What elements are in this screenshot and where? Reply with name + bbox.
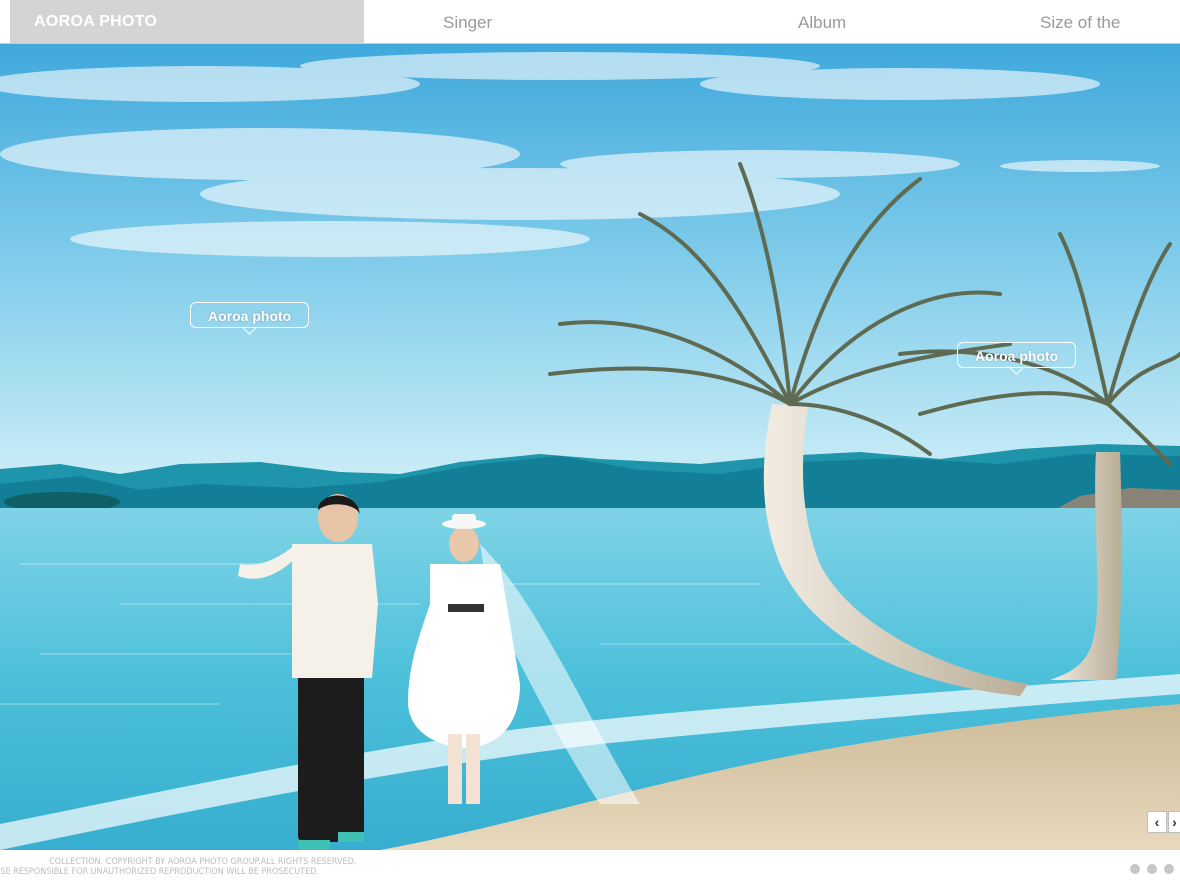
- nav-item-size[interactable]: Size of the: [1040, 0, 1120, 43]
- top-navigation-bar: AOROA PHOTO Singer Album Size of the: [0, 0, 1180, 44]
- next-slide-button[interactable]: ›: [1168, 811, 1180, 833]
- slide-pagination: [1130, 864, 1174, 874]
- chevron-right-icon: ›: [1172, 814, 1177, 830]
- pagination-dot[interactable]: [1130, 864, 1140, 874]
- nav-item-singer[interactable]: Singer: [443, 0, 492, 43]
- brand-logo[interactable]: AOROA PHOTO: [10, 0, 364, 43]
- footer: COLLECTION. COPYRIGHT BY AOROA PHOTO GRO…: [0, 850, 1180, 884]
- copyright-line: OSE RESPONSIBLE FOR UNAUTHORIZED REPRODU…: [0, 867, 319, 877]
- photo-watermark-tag: Aoroa photo: [190, 302, 310, 335]
- pagination-dot[interactable]: [1164, 864, 1174, 874]
- photo-watermark-tag: Aoroa photo: [957, 342, 1077, 375]
- prev-slide-button[interactable]: ‹: [1147, 811, 1167, 833]
- hero-photo: [0, 44, 1180, 850]
- chevron-left-icon: ‹: [1154, 814, 1160, 830]
- copyright-line: COLLECTION. COPYRIGHT BY AOROA PHOTO GRO…: [49, 857, 357, 867]
- nav-item-album[interactable]: Album: [798, 0, 846, 43]
- copyright-notice: COLLECTION. COPYRIGHT BY AOROA PHOTO GRO…: [0, 857, 356, 877]
- pagination-dot[interactable]: [1147, 864, 1157, 874]
- beach-wedding-photo: [0, 44, 1180, 850]
